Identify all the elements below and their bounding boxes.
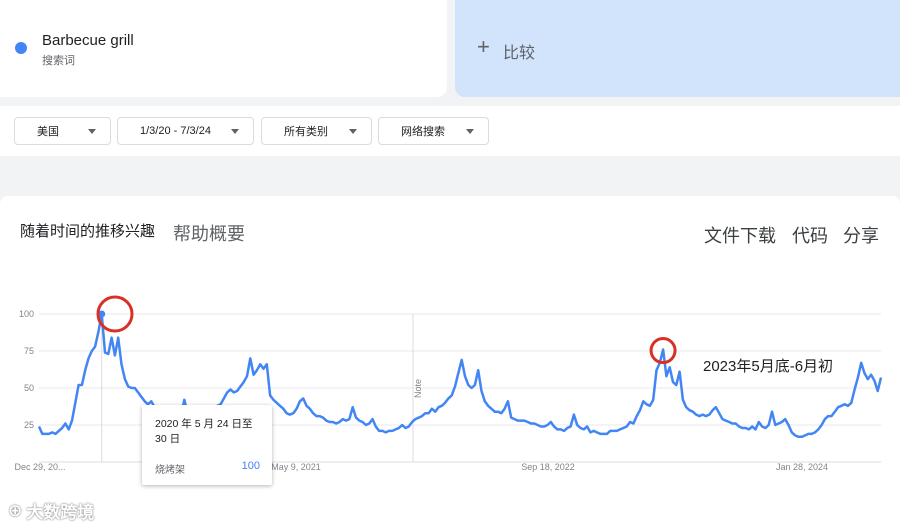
y-tick-label: 50 [24, 383, 34, 393]
watermark-logo: ⊕ [8, 500, 23, 520]
x-tick-label: Jan 28, 2024 [776, 462, 828, 472]
y-tick-label: 100 [19, 309, 34, 319]
x-tick-label: Dec 29, 20... [14, 462, 65, 472]
tooltip-series-name: 烧烤架 [155, 465, 185, 476]
y-tick-label: 25 [24, 420, 34, 430]
interest-line-chart[interactable]: 100 75 50 25 Note Dec 29, 20... May 9, 2021 Sep… [0, 0, 900, 529]
note-label: Note [413, 379, 423, 398]
chart-tooltip: 2020 年 5 月 24 日至 30 日 烧烤架 100 [142, 405, 272, 485]
x-tick-label: May 9, 2021 [271, 462, 321, 472]
tooltip-value: 100 [241, 460, 260, 472]
peak-annotation: 2023年5月底-6月初 [703, 358, 834, 375]
watermark-text: 大数跨境 [26, 503, 95, 522]
watermark: ⊕ 大数跨境 [8, 498, 94, 523]
y-tick-label: 75 [24, 346, 34, 356]
tooltip-date: 2020 年 5 月 24 日至 30 日 [155, 418, 253, 445]
x-tick-label: Sep 18, 2022 [521, 462, 575, 472]
